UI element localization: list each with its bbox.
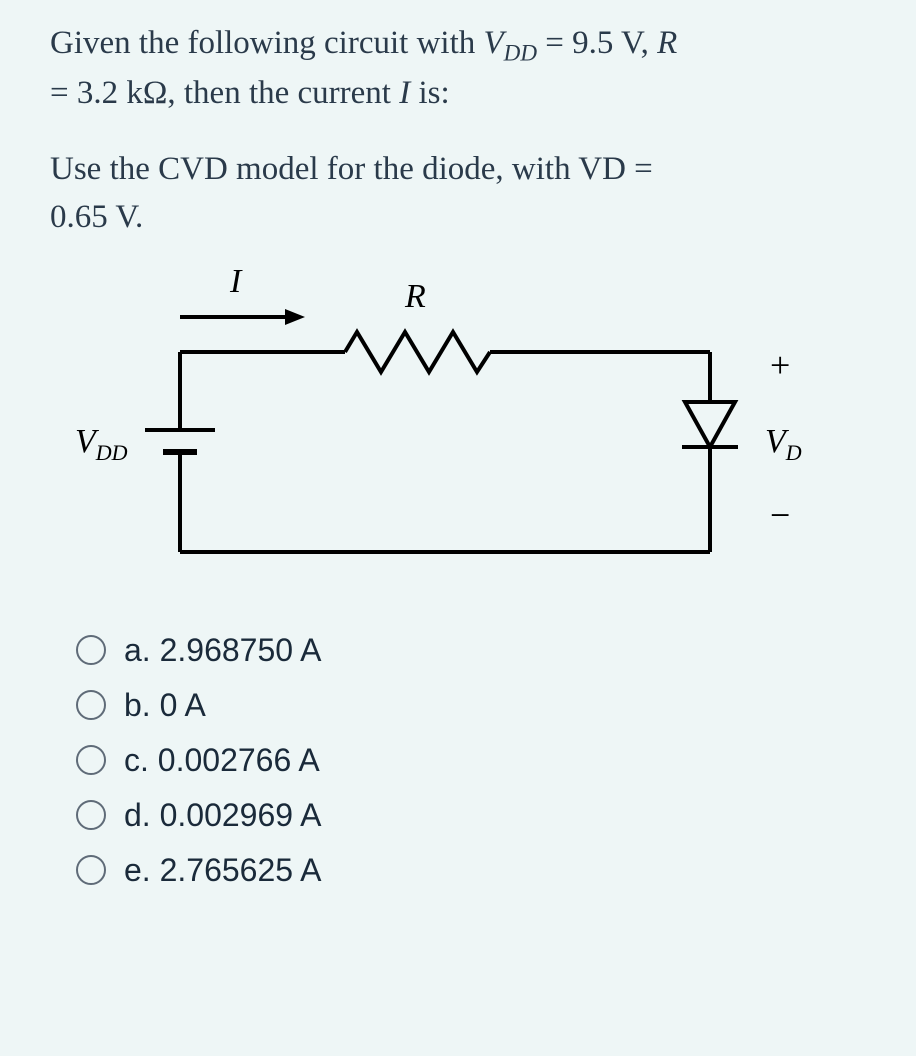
vdd-circuit-label: VDD: [75, 423, 128, 465]
resistor-icon: [345, 332, 490, 372]
r-symbol: R: [657, 25, 677, 61]
hint-prefix: Use the CVD model for the diode, with: [50, 151, 578, 187]
question-text: Given the following circuit with VDD = 9…: [50, 20, 876, 118]
option-label: a. 2.968750 A: [124, 632, 322, 669]
radio-icon[interactable]: [76, 745, 106, 775]
current-label: I: [229, 263, 243, 300]
diode-icon: [685, 402, 735, 447]
hint-text: Use the CVD model for the diode, with VD…: [50, 146, 876, 242]
vd-sub: D: [602, 151, 626, 187]
vd-symbol: V: [578, 151, 602, 187]
q-line2-prefix: = 3.2 kΩ, then the current: [50, 75, 399, 111]
vd-eq: =: [626, 151, 653, 187]
vdd-sub: DD: [504, 40, 537, 66]
option-a[interactable]: a. 2.968750 A: [76, 632, 876, 669]
arrow-icon: [285, 309, 305, 325]
resistor-label: R: [404, 278, 426, 315]
vdd-eq: = 9.5 V,: [537, 25, 657, 61]
radio-icon[interactable]: [76, 800, 106, 830]
option-b[interactable]: b. 0 A: [76, 687, 876, 724]
radio-icon[interactable]: [76, 690, 106, 720]
option-e[interactable]: e. 2.765625 A: [76, 852, 876, 889]
option-label: c. 0.002766 A: [124, 742, 320, 779]
q-line2-suffix: is:: [418, 75, 449, 111]
q-prefix: Given the following circuit with: [50, 25, 484, 61]
plus-label: +: [770, 345, 790, 385]
minus-label: −: [770, 495, 790, 535]
circuit-diagram: I R: [50, 252, 850, 602]
radio-icon[interactable]: [76, 635, 106, 665]
radio-icon[interactable]: [76, 855, 106, 885]
option-c[interactable]: c. 0.002766 A: [76, 742, 876, 779]
i-symbol: I: [399, 75, 418, 111]
option-label: e. 2.765625 A: [124, 852, 322, 889]
vdd-symbol: V: [484, 25, 504, 61]
vd-circuit-label: VD: [765, 423, 802, 465]
option-label: d. 0.002969 A: [124, 797, 322, 834]
option-d[interactable]: d. 0.002969 A: [76, 797, 876, 834]
options-group: a. 2.968750 A b. 0 A c. 0.002766 A d. 0.…: [50, 632, 876, 889]
option-label: b. 0 A: [124, 687, 206, 724]
hint-value: 0.65 V.: [50, 199, 143, 235]
